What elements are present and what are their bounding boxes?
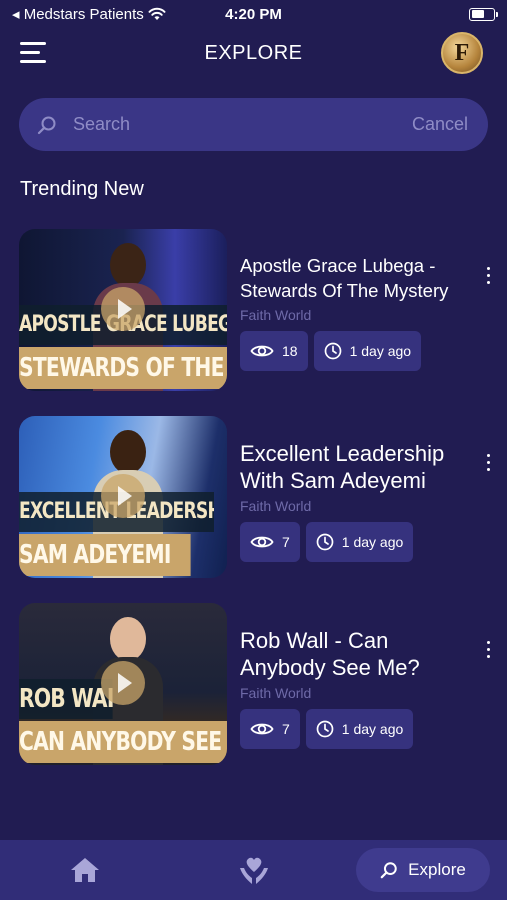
section-title: Trending New (20, 178, 144, 200)
video-title[interactable]: Excellent Leadership With Sam Adeyemi (240, 440, 470, 494)
battery-icon (469, 7, 498, 21)
clock-icon (316, 720, 334, 738)
play-icon[interactable] (101, 661, 145, 705)
video-stats: 7 1 day ago (240, 522, 470, 562)
cancel-button[interactable]: Cancel (412, 114, 468, 135)
clock-icon (324, 342, 341, 360)
thumbnail-banner-bottom: SAM ADEYEMI (19, 534, 191, 576)
search-icon (37, 116, 56, 134)
video-thumbnail[interactable]: APOSTLE GRACE LUBEGA STEWARDS OF THE MYS… (19, 229, 227, 391)
clock-icon (316, 533, 334, 551)
search-input[interactable] (73, 114, 412, 135)
battery-fill (471, 10, 485, 18)
video-item[interactable]: EXCELLENT LEADERSHIP WITH SAM ADEYEMI Ex… (19, 416, 499, 578)
views-count: 18 (282, 343, 298, 359)
thumbnail-banner-bottom: STEWARDS OF THE MYSTERY (19, 347, 227, 389)
wifi-icon (148, 7, 166, 20)
home-icon[interactable] (70, 857, 100, 883)
menu-icon[interactable] (20, 42, 48, 64)
heart-hands-icon[interactable] (237, 854, 271, 886)
status-left: ◂ Medstars Patients (12, 5, 166, 23)
search-icon (380, 862, 397, 879)
nav-explore-button[interactable]: Explore (356, 848, 490, 892)
time-ago: 1 day ago (349, 343, 412, 359)
video-thumbnail[interactable]: ROB WALL CAN ANYBODY SEE ME (19, 603, 227, 765)
play-icon[interactable] (101, 287, 145, 331)
status-bar: ◂ Medstars Patients 4:20 PM (0, 0, 507, 28)
avatar-letter: F (454, 39, 470, 66)
time-ago: 1 day ago (341, 534, 404, 550)
play-icon[interactable] (101, 474, 145, 518)
video-info: Apostle Grace Lubega - Stewards Of The M… (240, 253, 470, 371)
time-badge: 1 day ago (305, 709, 414, 749)
video-item[interactable]: APOSTLE GRACE LUBEGA STEWARDS OF THE MYS… (19, 229, 499, 391)
views-count: 7 (282, 534, 290, 550)
page-title: EXPLORE (204, 41, 303, 64)
views-badge: 18 (240, 331, 308, 371)
time-badge: 1 day ago (313, 331, 422, 371)
video-title[interactable]: Apostle Grace Lubega - Stewards Of The M… (240, 253, 470, 303)
time-badge: 1 day ago (305, 522, 414, 562)
video-list: APOSTLE GRACE LUBEGA STEWARDS OF THE MYS… (19, 229, 499, 790)
time-ago: 1 day ago (341, 721, 404, 737)
search-bar: Cancel (19, 98, 488, 151)
channel-name: Faith World (240, 498, 312, 514)
channel-name: Faith World (240, 307, 312, 323)
video-title[interactable]: Rob Wall - Can Anybody See Me? (240, 627, 470, 681)
thumbnail-banner-bottom: CAN ANYBODY SEE ME (19, 721, 227, 763)
video-info: Rob Wall - Can Anybody See Me? Faith Wor… (240, 627, 470, 749)
channel-name: Faith World (240, 685, 312, 701)
more-options-icon[interactable] (485, 267, 491, 285)
bottom-nav: Explore (0, 840, 507, 900)
video-stats: 18 1 day ago (240, 331, 470, 371)
video-item[interactable]: ROB WALL CAN ANYBODY SEE ME Rob Wall - C… (19, 603, 499, 765)
more-options-icon[interactable] (485, 454, 491, 472)
eye-icon (250, 536, 274, 548)
views-badge: 7 (240, 709, 300, 749)
thumbnail-banner-top: ROB WALL (19, 679, 113, 719)
carrier-label[interactable]: ◂ Medstars Patients (12, 5, 144, 23)
video-thumbnail[interactable]: EXCELLENT LEADERSHIP WITH SAM ADEYEMI (19, 416, 227, 578)
views-badge: 7 (240, 522, 300, 562)
views-count: 7 (282, 721, 290, 737)
video-stats: 7 1 day ago (240, 709, 470, 749)
more-options-icon[interactable] (485, 641, 491, 659)
avatar[interactable]: F (441, 32, 483, 74)
nav-explore-label: Explore (408, 860, 466, 879)
eye-icon (250, 723, 274, 735)
header: EXPLORE F (0, 28, 507, 78)
eye-icon (250, 345, 274, 357)
video-info: Excellent Leadership With Sam Adeyemi Fa… (240, 440, 470, 562)
